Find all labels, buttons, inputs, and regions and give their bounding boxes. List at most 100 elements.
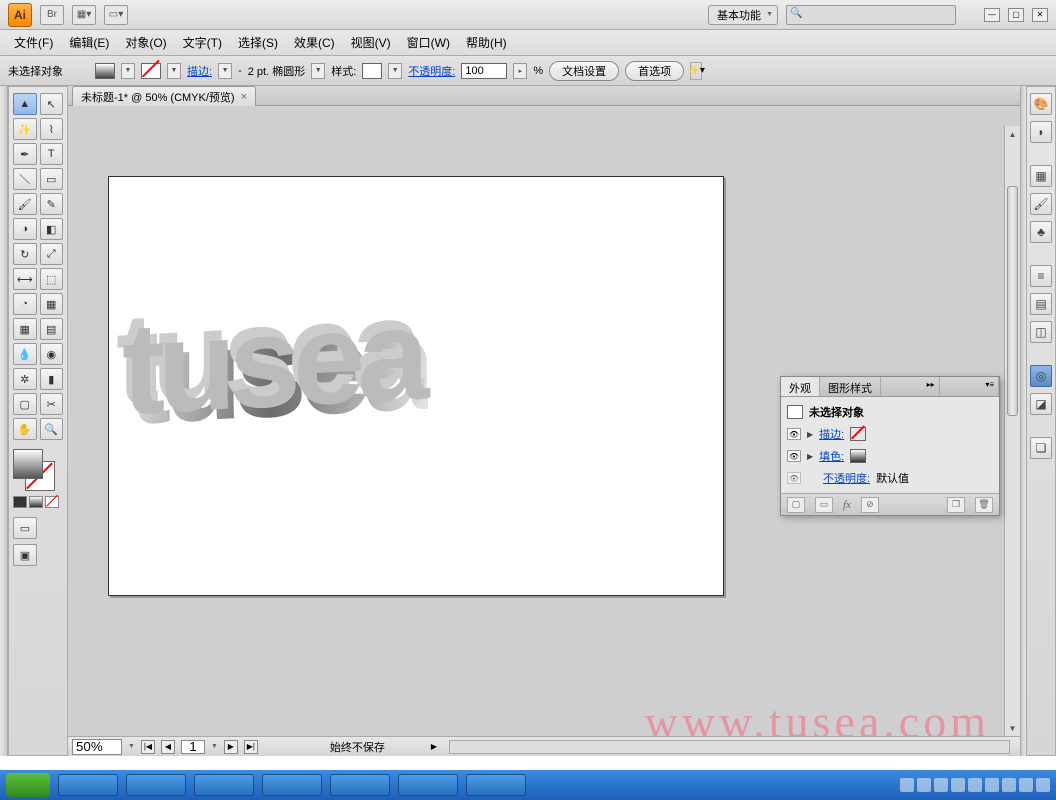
tab-graphic-styles[interactable]: 图形样式	[820, 377, 881, 396]
transparency-panel-icon[interactable]: ◫	[1030, 321, 1052, 343]
perspective-tool[interactable]: ▦	[40, 293, 64, 315]
expand-icon[interactable]: ▶	[807, 430, 813, 439]
zoom-tool[interactable]: 🔍	[40, 418, 64, 440]
lasso-tool[interactable]: ⌇	[40, 118, 64, 140]
screen-mode-icon[interactable]: ▭▾	[104, 5, 128, 25]
mesh-tool[interactable]: ▦	[13, 318, 37, 340]
zoom-level-input[interactable]	[72, 739, 122, 755]
width-tool[interactable]: ⟷	[13, 268, 37, 290]
gradient-panel-icon[interactable]: ▤	[1030, 293, 1052, 315]
search-input[interactable]	[786, 5, 956, 25]
pen-tool[interactable]: ✒	[13, 143, 37, 165]
appearance-panel-icon[interactable]: ◎	[1030, 365, 1052, 387]
preferences-button[interactable]: 首选项	[625, 61, 684, 81]
tab-appearance[interactable]: 外观	[781, 377, 820, 396]
column-graph-tool[interactable]: ▮	[40, 368, 64, 390]
hand-tool[interactable]: ✋	[13, 418, 37, 440]
panel-menu-icon[interactable]: ▾≡	[981, 377, 999, 396]
scroll-up-icon[interactable]: ▲	[1005, 126, 1020, 142]
blend-tool[interactable]: ◉	[40, 343, 64, 365]
eyedropper-tool[interactable]: 💧	[13, 343, 37, 365]
free-transform-tool[interactable]: ⬚	[40, 268, 64, 290]
prev-page-button[interactable]: ◀	[161, 740, 175, 754]
taskbar-item[interactable]	[58, 774, 118, 796]
scroll-down-icon[interactable]: ▼	[1005, 720, 1020, 736]
add-stroke-icon[interactable]: ▭	[815, 497, 833, 513]
last-page-button[interactable]: ▶|	[244, 740, 258, 754]
stroke-label-link[interactable]: 描边:	[187, 63, 212, 79]
fill-swatch[interactable]	[95, 63, 115, 79]
horizontal-scrollbar[interactable]	[449, 740, 1010, 754]
color-guide-icon[interactable]: ◗	[1030, 121, 1052, 143]
appearance-opacity-row[interactable]: 👁 不透明度: 默认值	[785, 467, 995, 489]
menu-view[interactable]: 视图(V)	[343, 30, 399, 55]
close-button[interactable]: ✕	[1032, 8, 1048, 22]
scale-tool[interactable]: ⤢	[40, 243, 64, 265]
layers-panel-icon[interactable]: ❏	[1030, 437, 1052, 459]
first-page-button[interactable]: |◀	[141, 740, 155, 754]
taskbar-item[interactable]	[466, 774, 526, 796]
stroke-link[interactable]: 描边:	[819, 426, 844, 442]
tray-icon[interactable]	[1019, 778, 1033, 792]
fill-dropdown-icon[interactable]: ▼	[121, 63, 135, 79]
color-panel-icon[interactable]: 🎨	[1030, 93, 1052, 115]
menu-object[interactable]: 对象(O)	[117, 30, 174, 55]
tray-icon[interactable]	[900, 778, 914, 792]
opacity-link[interactable]: 不透明度:	[823, 470, 870, 486]
opacity-input[interactable]	[461, 63, 507, 79]
add-effect-button[interactable]: fx	[843, 499, 851, 511]
page-number-input[interactable]	[181, 740, 205, 754]
maximize-button[interactable]: ▢	[1008, 8, 1024, 22]
type-tool[interactable]: T	[40, 143, 64, 165]
taskbar-item[interactable]	[398, 774, 458, 796]
menu-window[interactable]: 窗口(W)	[399, 30, 458, 55]
eraser-tool[interactable]: ◧	[40, 218, 64, 240]
line-tool[interactable]: ＼	[13, 168, 37, 190]
taskbar-item[interactable]	[330, 774, 390, 796]
bridge-button[interactable]: Br	[40, 5, 64, 25]
shape-builder-tool[interactable]: ◔	[13, 293, 37, 315]
symbols-panel-icon[interactable]: ♣	[1030, 221, 1052, 243]
opacity-dropdown-icon[interactable]: ▸	[513, 63, 527, 79]
expand-icon[interactable]: ▶	[807, 452, 813, 461]
stroke-dropdown-icon[interactable]: ▼	[167, 63, 181, 79]
tray-icon[interactable]	[934, 778, 948, 792]
swatches-panel-icon[interactable]: ▦	[1030, 165, 1052, 187]
fill-color-swatch[interactable]	[850, 449, 866, 463]
duplicate-icon[interactable]: ❐	[947, 497, 965, 513]
taskbar-item[interactable]	[262, 774, 322, 796]
draw-mode-icon[interactable]: ▭	[13, 517, 37, 539]
taskbar-item[interactable]	[194, 774, 254, 796]
document-tab[interactable]: 未标题-1* @ 50% (CMYK/预览) ×	[72, 86, 256, 106]
magic-wand-tool[interactable]: ✨	[13, 118, 37, 140]
fill-link[interactable]: 填色:	[819, 448, 844, 464]
appearance-stroke-row[interactable]: 👁 ▶ 描边:	[785, 423, 995, 445]
vertical-scrollbar[interactable]: ▲ ▼	[1004, 126, 1020, 736]
paintbrush-tool[interactable]: 🖌	[13, 193, 37, 215]
artboard-tool[interactable]: ▢	[13, 393, 37, 415]
graphic-styles-panel-icon[interactable]: ◪	[1030, 393, 1052, 415]
delete-icon[interactable]: 🗑	[975, 497, 993, 513]
direct-selection-tool[interactable]: ↖	[40, 93, 64, 115]
rectangle-tool[interactable]: ▭	[40, 168, 64, 190]
menu-type[interactable]: 文字(T)	[175, 30, 230, 55]
close-tab-icon[interactable]: ×	[241, 91, 247, 103]
opacity-label-link[interactable]: 不透明度:	[408, 63, 455, 79]
stroke-panel-icon[interactable]: ≡	[1030, 265, 1052, 287]
taskbar-item[interactable]	[126, 774, 186, 796]
stroke-weight-dropdown-icon[interactable]: ▼	[218, 63, 232, 79]
style-swatch[interactable]	[362, 63, 382, 79]
visibility-toggle-icon[interactable]: 👁	[787, 428, 801, 440]
arrange-docs-icon[interactable]: ▦▾	[72, 5, 96, 25]
new-art-icon[interactable]: ▢	[787, 497, 805, 513]
screen-mode-tool-icon[interactable]: ▣	[13, 544, 37, 566]
tray-icon[interactable]	[1036, 778, 1050, 792]
tray-icon[interactable]	[985, 778, 999, 792]
style-dropdown-icon[interactable]: ▼	[388, 63, 402, 79]
vscroll-thumb[interactable]	[1007, 186, 1018, 416]
tray-icon[interactable]	[968, 778, 982, 792]
menu-select[interactable]: 选择(S)	[230, 30, 286, 55]
clear-appearance-icon[interactable]: ⊘	[861, 497, 879, 513]
gradient-mode-icon[interactable]	[29, 496, 43, 508]
visibility-toggle-icon[interactable]: 👁	[787, 450, 801, 462]
